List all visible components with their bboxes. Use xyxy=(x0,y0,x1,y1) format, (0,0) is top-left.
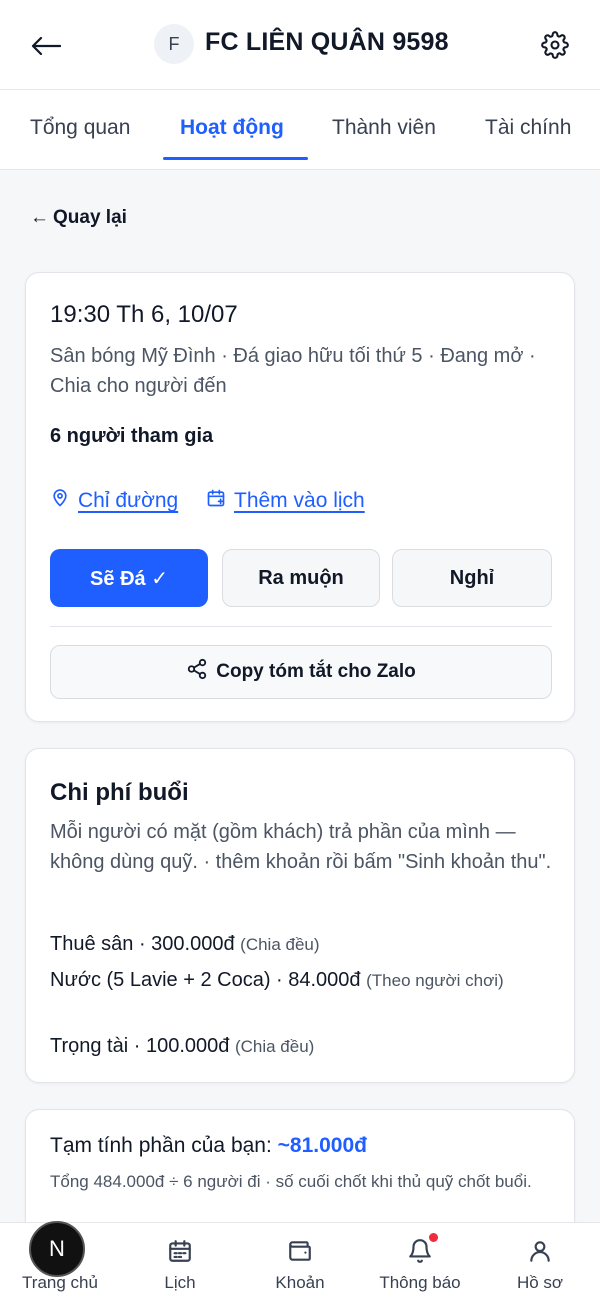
tab-finance[interactable]: Tài chính xyxy=(485,116,571,140)
active-tab-indicator xyxy=(163,157,308,160)
calendar-icon xyxy=(166,1237,194,1265)
cost-item: Trọng tài · 100.000đ (Chia đều) xyxy=(50,1031,550,1062)
participant-count: 6 người tham gia xyxy=(50,425,214,447)
nav-notifications-label: Thông báo xyxy=(379,1273,461,1292)
cost-item: Thuê sân · 300.000đ (Chia đều) xyxy=(50,929,550,960)
nav-profile-label: Hồ sơ xyxy=(516,1273,564,1292)
back-link-label: Quay lại xyxy=(53,207,127,228)
add-to-calendar-label: Thêm vào lịch xyxy=(234,489,365,512)
cost-item-text: Trọng tài · 100.000đ xyxy=(50,1035,230,1057)
tab-bar: Tổng quan Hoạt động Thành viên Tài chính xyxy=(0,90,600,170)
estimate-line: Tạm tính phần của bạn: ~81.000đ xyxy=(50,1134,367,1158)
costs-description: Mỗi người có mặt (gồm khách) trả phần củ… xyxy=(50,821,552,873)
notification-dot xyxy=(429,1233,438,1242)
nav-calendar-label: Lịch xyxy=(164,1273,196,1292)
event-time: 19:30 Th 6, 10/07 xyxy=(50,301,238,328)
user-icon xyxy=(526,1237,554,1265)
nav-payments-label: Khoản xyxy=(275,1273,325,1292)
dev-badge[interactable]: N xyxy=(29,1221,85,1277)
estimate-label: Tạm tính phần của bạn: xyxy=(50,1134,272,1157)
calendar-plus-icon xyxy=(206,487,226,515)
share-icon xyxy=(186,658,208,686)
nav-calendar[interactable]: Lịch xyxy=(120,1223,240,1304)
event-card: 19:30 Th 6, 10/07 Sân bóng Mỹ Đình · Đá … xyxy=(25,272,575,722)
cost-item-note: (Theo người chơi) xyxy=(366,971,504,990)
bell-icon xyxy=(406,1233,438,1265)
directions-label: Chỉ đường xyxy=(78,489,179,512)
costs-card: Chi phí buổi Mỗi người có mặt (gồm khách… xyxy=(25,748,575,1083)
divider xyxy=(50,626,552,627)
cost-item-note: (Chia đều) xyxy=(240,935,320,954)
nav-payments[interactable]: Khoản xyxy=(240,1223,360,1304)
tab-overview[interactable]: Tổng quan xyxy=(30,116,130,140)
cost-item: Nước (5 Lavie + 2 Coca) · 84.000đ (Theo … xyxy=(50,965,550,996)
back-arrow-icon[interactable] xyxy=(28,28,64,64)
bottom-nav: Trang chủ Lịch Khoản Thông báo Hồ sơ xyxy=(0,1222,600,1304)
cost-item-text: Thuê sân · 300.000đ xyxy=(50,933,235,955)
nav-profile[interactable]: Hồ sơ xyxy=(480,1223,600,1304)
directions-link[interactable]: Chỉ đường xyxy=(50,487,178,515)
nav-notifications[interactable]: Thông báo xyxy=(360,1223,480,1304)
arrow-left-icon: ← xyxy=(30,207,49,228)
rsvp-late-button[interactable]: Ra muộn xyxy=(222,549,380,607)
tab-activity[interactable]: Hoạt động xyxy=(180,116,284,140)
team-avatar: F xyxy=(154,24,194,64)
copy-summary-label: Copy tóm tắt cho Zalo xyxy=(216,661,416,682)
cost-item-note: (Chia đều) xyxy=(234,1037,315,1056)
team-name: FC LIÊN QUÂN 9598 xyxy=(205,28,449,56)
top-bar: F FC LIÊN QUÂN 9598 xyxy=(0,0,600,90)
rsvp-off-button[interactable]: Nghỉ xyxy=(392,549,552,607)
wallet-icon xyxy=(286,1237,314,1265)
copy-summary-button[interactable]: Copy tóm tắt cho Zalo xyxy=(50,645,552,699)
map-pin-icon xyxy=(50,487,70,515)
rsvp-going-button[interactable]: Sẽ Đá ✓ xyxy=(50,549,208,607)
estimate-amount: ~81.000đ xyxy=(277,1134,367,1157)
event-subtitle: Sân bóng Mỹ Đình · Đá giao hữu tối thứ 5… xyxy=(50,345,536,397)
estimate-note: Tổng 484.000đ ÷ 6 người đi · số cuối chố… xyxy=(50,1172,532,1191)
add-to-calendar-link[interactable]: Thêm vào lịch xyxy=(206,487,365,515)
gear-icon[interactable] xyxy=(538,28,572,62)
tab-members[interactable]: Thành viên xyxy=(332,116,436,140)
costs-title: Chi phí buổi xyxy=(50,779,189,806)
cost-item-text: Nước (5 Lavie + 2 Coca) · 84.000đ xyxy=(50,969,361,991)
back-link[interactable]: ← Quay lại xyxy=(30,207,127,229)
